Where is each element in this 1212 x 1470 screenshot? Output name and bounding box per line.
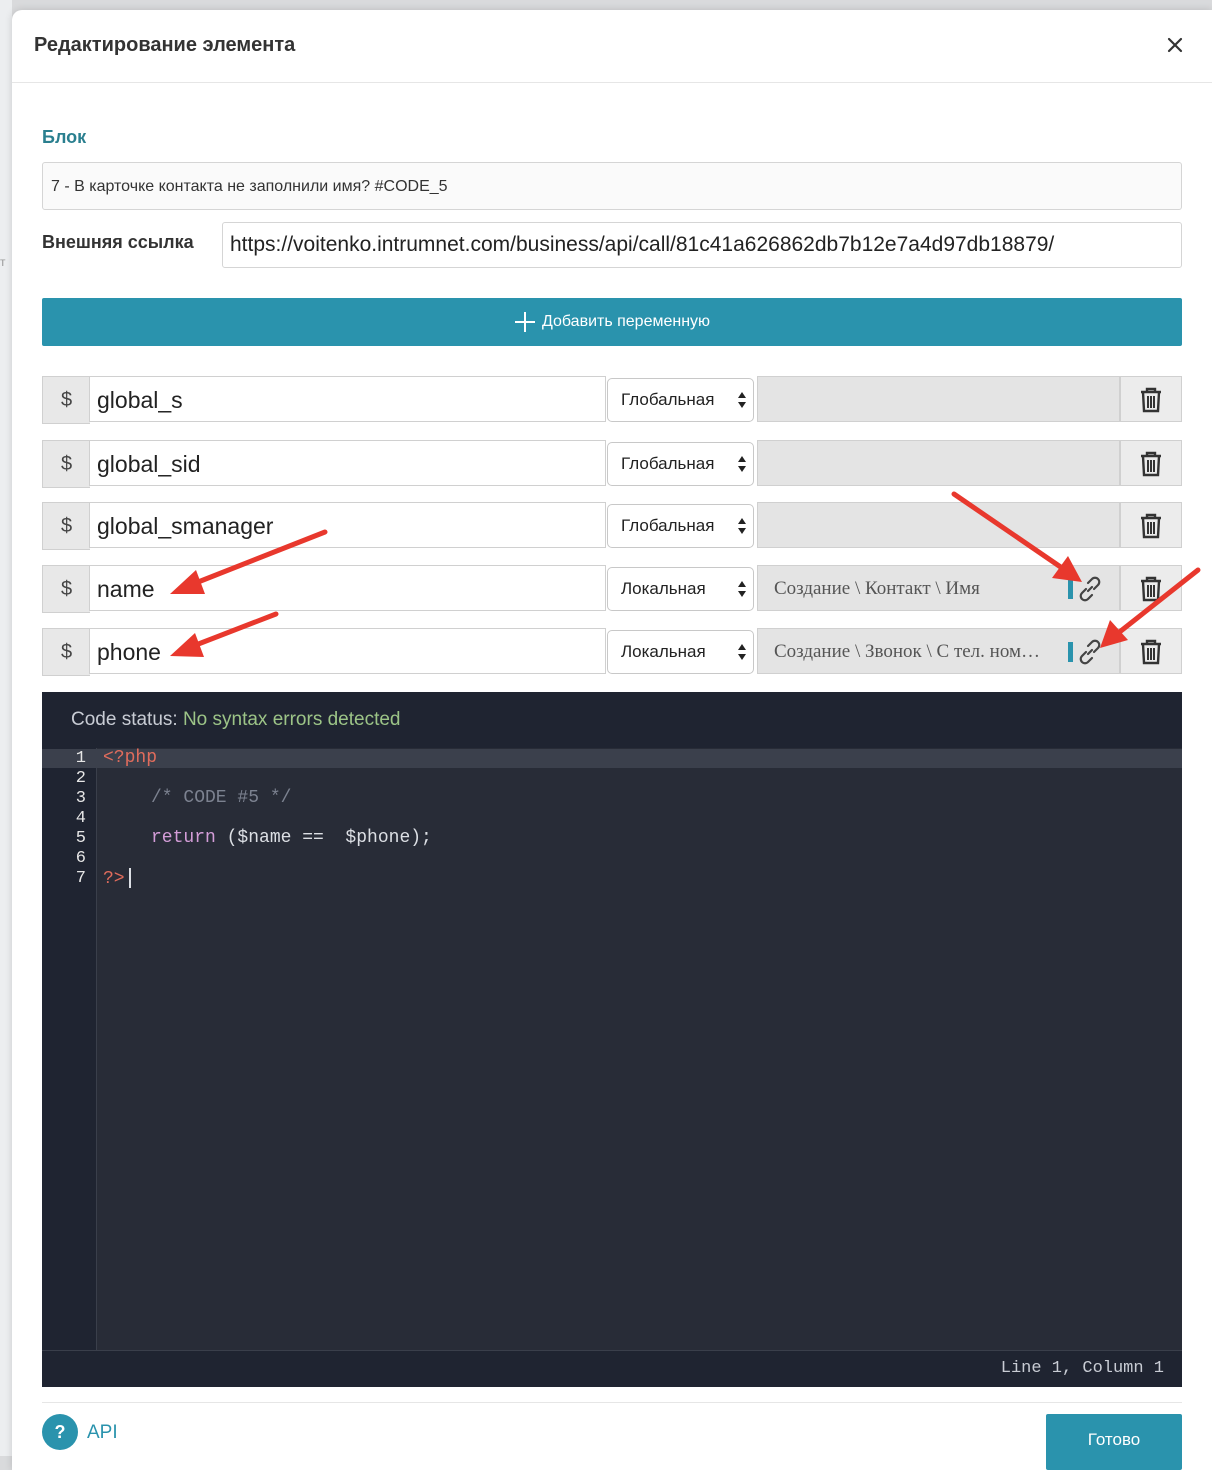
variable-scope-select[interactable]: Локальная — [607, 630, 754, 674]
add-variable-button[interactable]: Добавить переменную — [42, 298, 1182, 346]
code-status-value: No syntax errors detected — [182, 709, 401, 730]
done-button[interactable]: Готово — [1046, 1414, 1182, 1470]
external-link-field[interactable]: https://voitenko.intrumnet.com/business/… — [222, 222, 1182, 268]
code-line: <?php — [103, 748, 157, 768]
variable-value-field[interactable]: Создание \ Звонок \ С тел. ном… — [757, 628, 1120, 674]
delete-variable-button[interactable] — [1120, 565, 1182, 611]
code-line: return ($name == $phone); — [151, 828, 432, 848]
trash-icon — [1141, 576, 1161, 602]
scope-value: Глобальная — [621, 516, 715, 535]
field-cursor — [1068, 579, 1073, 599]
cursor-position: Line 1, Column 1 — [1000, 1359, 1164, 1378]
scope-value: Локальная — [621, 642, 706, 661]
footer-divider — [42, 1402, 1182, 1403]
link-icon[interactable] — [1076, 638, 1104, 666]
variable-scope-select[interactable]: Глобальная — [607, 504, 754, 548]
dollar-prefix: $ — [42, 502, 90, 550]
dollar-prefix: $ — [42, 565, 90, 613]
scope-value: Локальная — [621, 579, 706, 598]
modal-title: Редактирование элемента — [34, 34, 296, 56]
external-link-label: Внешняя ссылка — [42, 232, 194, 252]
variable-scope-select[interactable]: Глобальная — [607, 442, 754, 486]
variable-scope-select[interactable]: Локальная — [607, 567, 754, 611]
line-number: 7 — [75, 869, 86, 888]
backdrop: т — [0, 0, 12, 1456]
active-line-highlight — [42, 749, 1182, 768]
dollar-prefix: $ — [42, 376, 90, 424]
close-icon[interactable] — [1164, 34, 1186, 56]
line-number: 4 — [75, 809, 86, 828]
variable-name-input[interactable]: phone — [89, 628, 606, 674]
variable-value-field[interactable] — [757, 376, 1120, 422]
variable-value-field[interactable] — [757, 440, 1120, 486]
help-button[interactable]: ? — [42, 1414, 78, 1450]
variable-value: Создание \ Звонок \ С тел. ном… — [774, 641, 1040, 662]
scope-value: Глобальная — [621, 454, 715, 473]
variable-row: $ phone Локальная Создание \ Звонок \ С … — [42, 628, 1182, 676]
line-number: 3 — [75, 789, 86, 808]
variable-name-input[interactable]: global_smanager — [89, 502, 606, 548]
modal-header: Редактирование элемента — [12, 10, 1212, 83]
select-arrows-icon — [738, 518, 746, 534]
variable-row: $ global_s Глобальная — [42, 376, 1182, 424]
api-link[interactable]: API — [87, 1422, 118, 1444]
variable-row: $ global_sid Глобальная — [42, 440, 1182, 488]
delete-variable-button[interactable] — [1120, 628, 1182, 674]
dollar-prefix: $ — [42, 440, 90, 488]
code-status-bar: Code status: No syntax errors detected — [42, 692, 1182, 748]
line-number: 5 — [75, 829, 86, 848]
edit-element-modal: Редактирование элемента Блок 7 - В карто… — [12, 10, 1212, 1470]
delete-variable-button[interactable] — [1120, 440, 1182, 486]
variable-name-input[interactable]: global_s — [89, 376, 606, 422]
delete-variable-button[interactable] — [1120, 502, 1182, 548]
select-arrows-icon — [738, 456, 746, 472]
block-field[interactable]: 7 - В карточке контакта не заполнили имя… — [42, 162, 1182, 210]
select-arrows-icon — [738, 581, 746, 597]
variable-value: Создание \ Контакт \ Имя — [774, 578, 980, 599]
variable-value-field[interactable] — [757, 502, 1120, 548]
php-open-tag: <?php — [103, 748, 158, 768]
text-caret — [128, 868, 131, 888]
trash-icon — [1141, 513, 1161, 539]
plus-icon — [514, 311, 536, 334]
code-keyword: return — [151, 828, 216, 848]
line-number: 1 — [75, 749, 86, 768]
variable-value-field[interactable]: Создание \ Контакт \ Имя — [757, 565, 1120, 611]
variable-scope-select[interactable]: Глобальная — [607, 378, 754, 422]
code-status-label: Code status: — [71, 709, 178, 730]
line-number: 2 — [75, 769, 86, 788]
scope-value: Глобальная — [621, 390, 715, 409]
dollar-prefix: $ — [42, 628, 90, 676]
field-cursor — [1068, 642, 1073, 662]
backdrop-fragment: т — [0, 255, 6, 269]
delete-variable-button[interactable] — [1120, 376, 1182, 422]
variable-name-input[interactable]: name — [89, 565, 606, 611]
block-label: Блок — [42, 127, 87, 147]
variable-row: $ name Локальная Создание \ Контакт \ Им… — [42, 565, 1182, 613]
link-icon[interactable] — [1076, 575, 1104, 603]
code-expression: ($name == $phone); — [215, 828, 432, 848]
add-variable-label: Добавить переменную — [541, 313, 711, 330]
php-close-tag: ?> — [103, 868, 125, 889]
code-editor[interactable]: Code status: No syntax errors detected 1… — [42, 692, 1182, 1387]
code-line: ?> — [103, 868, 131, 889]
variable-name-input[interactable]: global_sid — [89, 440, 606, 486]
select-arrows-icon — [738, 392, 746, 408]
code-comment: /* CODE #5 */ — [151, 788, 292, 808]
trash-icon — [1141, 387, 1161, 413]
code-line: /* CODE #5 */ — [151, 788, 291, 808]
line-number: 6 — [75, 849, 86, 868]
variable-row: $ global_smanager Глобальная — [42, 502, 1182, 550]
trash-icon — [1141, 639, 1161, 665]
trash-icon — [1141, 451, 1161, 477]
editor-footer: Line 1, Column 1 — [42, 1350, 1182, 1387]
select-arrows-icon — [738, 644, 746, 660]
